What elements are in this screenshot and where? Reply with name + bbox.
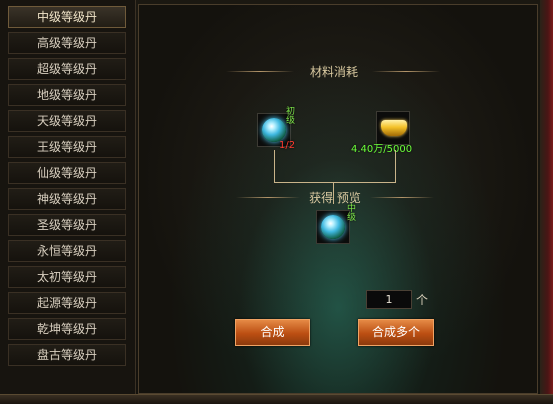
sidebar-item-shenji[interactable]: 神级等级丹 bbox=[8, 188, 126, 210]
sidebar-item-diji[interactable]: 地级等级丹 bbox=[8, 84, 126, 106]
sidebar-item-taichu[interactable]: 太初等级丹 bbox=[8, 266, 126, 288]
item-grade-tag: 初级 bbox=[286, 107, 296, 126]
combine-button[interactable]: 合成 bbox=[235, 319, 310, 346]
gold-ingot-icon bbox=[381, 120, 407, 136]
result-slot[interactable] bbox=[316, 210, 350, 244]
pill-crafting-window: 中级等级丹 高级等级丹 超级等级丹 地级等级丹 天级等级丹 王级等级丹 仙级等级… bbox=[0, 0, 553, 404]
sidebar-item-qiyuan[interactable]: 起源等级丹 bbox=[8, 292, 126, 314]
green-orb-icon bbox=[321, 215, 345, 239]
preview-title: 获得 预览 bbox=[309, 191, 361, 205]
preview-divider-right bbox=[370, 197, 434, 198]
sidebar-item-chaoji[interactable]: 超级等级丹 bbox=[8, 58, 126, 80]
divider-right bbox=[372, 71, 440, 72]
materials-title: 材料消耗 bbox=[309, 65, 358, 79]
pill-list-sidebar: 中级等级丹 高级等级丹 超级等级丹 地级等级丹 天级等级丹 王级等级丹 仙级等级… bbox=[0, 0, 136, 403]
quantity-unit: 个 bbox=[416, 293, 429, 307]
merge-connector bbox=[274, 150, 396, 183]
sidebar-item-pangu[interactable]: 盘古等级丹 bbox=[8, 344, 126, 366]
sidebar-item-yongheng[interactable]: 永恒等级丹 bbox=[8, 240, 126, 262]
combine-multiple-button[interactable]: 合成多个 bbox=[358, 319, 434, 346]
sidebar-item-gaoji[interactable]: 高级等级丹 bbox=[8, 32, 126, 54]
window-edge bbox=[540, 0, 553, 403]
sidebar-item-tianji[interactable]: 天级等级丹 bbox=[8, 110, 126, 132]
sidebar-item-qiankun[interactable]: 乾坤等级丹 bbox=[8, 318, 126, 340]
sidebar-item-zhongji[interactable]: 中级等级丹 bbox=[8, 6, 126, 28]
quantity-input[interactable]: 1 bbox=[366, 290, 412, 309]
sidebar-item-shengji[interactable]: 圣级等级丹 bbox=[8, 214, 126, 236]
sidebar-item-wangji[interactable]: 王级等级丹 bbox=[8, 136, 126, 158]
divider-left bbox=[226, 71, 294, 72]
preview-divider-left bbox=[236, 197, 300, 198]
result-grade-tag: 中级 bbox=[347, 204, 357, 223]
sidebar-item-xianji[interactable]: 仙级等级丹 bbox=[8, 162, 126, 184]
green-orb-icon bbox=[262, 118, 286, 142]
